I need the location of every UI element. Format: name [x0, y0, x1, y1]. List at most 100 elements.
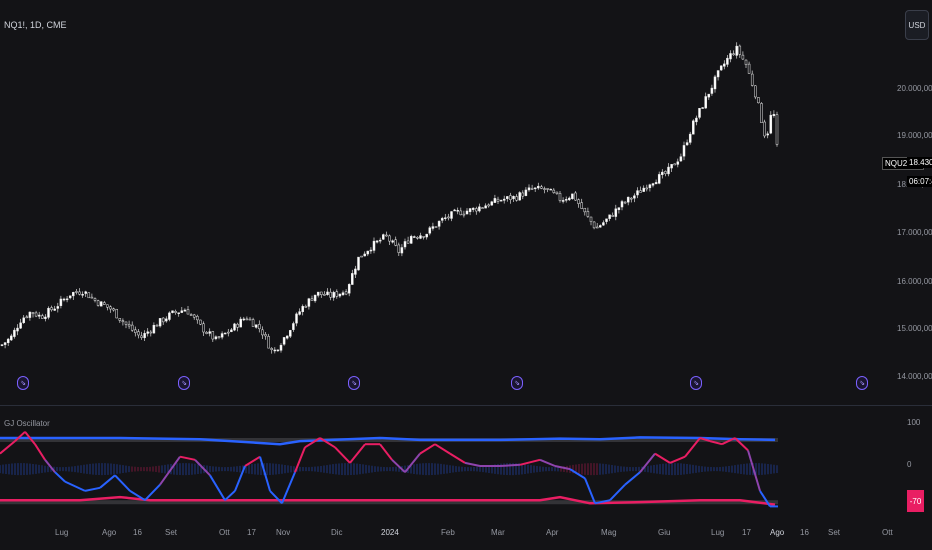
candle-body: [227, 331, 230, 334]
candle-body: [667, 166, 670, 175]
candle-body: [586, 211, 590, 217]
candle-body: [28, 311, 32, 318]
candle-body: [533, 187, 537, 190]
event-icon[interactable]: ⇘: [17, 376, 29, 390]
candle-body: [103, 302, 106, 305]
candle-body: [149, 331, 153, 334]
candle-body: [651, 183, 655, 186]
candle-body: [772, 114, 776, 117]
candle-body: [59, 298, 63, 306]
oscillator-main-line: [334, 446, 351, 464]
candle-body: [747, 63, 751, 74]
osc-axis-label: 0: [907, 460, 912, 469]
candle-body: [254, 324, 258, 328]
candle-body: [174, 311, 177, 313]
candle-body: [134, 329, 137, 333]
candle-body: [769, 114, 773, 134]
candle-body: [676, 161, 680, 165]
candle-body: [478, 206, 481, 212]
candle-body: [72, 291, 75, 297]
candle-body: [568, 197, 571, 201]
candle-body: [236, 323, 239, 328]
oscillator-main-line: [144, 484, 161, 501]
candle-body: [512, 195, 515, 200]
candle-body: [282, 337, 286, 345]
candle-body: [750, 73, 754, 86]
candle-body: [592, 221, 596, 229]
candle-body: [6, 338, 10, 344]
candle-body: [564, 199, 568, 201]
candle-body: [447, 216, 450, 219]
time-axis-label: Set: [165, 528, 178, 537]
candle-body: [642, 187, 645, 192]
price-axis-label: 17.000,00: [897, 228, 932, 237]
candle-body: [515, 196, 518, 201]
candle-body: [217, 336, 221, 338]
candle-body: [509, 195, 512, 200]
event-icon[interactable]: ⇘: [856, 376, 868, 390]
time-axis-label: Set: [828, 528, 841, 537]
price-axis-label: 14.000,00: [897, 372, 932, 381]
candle-body: [171, 310, 174, 313]
event-icon[interactable]: ⇘: [690, 376, 702, 390]
oscillator-main-line: [499, 463, 521, 467]
candle-body: [692, 120, 695, 135]
candle-body: [62, 298, 66, 301]
candle-body: [729, 53, 732, 60]
candle-body: [214, 336, 218, 340]
candle-body: [766, 133, 769, 136]
candle-body: [251, 319, 255, 327]
candle-body: [409, 236, 413, 244]
candle-body: [710, 87, 714, 94]
candle-body: [723, 63, 726, 67]
candle-body: [385, 234, 388, 237]
event-icon[interactable]: ⇘: [511, 376, 523, 390]
candle-body: [688, 133, 692, 143]
time-axis-label: Nov: [276, 528, 291, 537]
candle-body: [763, 121, 766, 137]
candle-body: [574, 192, 577, 201]
oscillator-main-line: [209, 474, 226, 501]
candle-body: [416, 237, 419, 239]
candle-body: [341, 292, 345, 296]
candle-body: [561, 200, 565, 202]
event-icon[interactable]: ⇘: [178, 376, 190, 390]
candle-body: [31, 312, 35, 314]
candle-body: [571, 193, 574, 200]
candle-body: [419, 235, 422, 239]
chart-canvas[interactable]: [0, 0, 932, 550]
candle-body: [34, 312, 38, 317]
price-axis-label: 20.000,00: [897, 84, 932, 93]
candle-body: [599, 225, 602, 228]
candle-body: [527, 187, 531, 191]
candle-body: [112, 308, 115, 311]
candle-body: [3, 342, 7, 345]
candle-body: [118, 318, 122, 321]
candle-body: [360, 255, 363, 258]
event-icon[interactable]: ⇘: [348, 376, 360, 390]
pane-divider[interactable]: [0, 405, 932, 406]
candle-body: [248, 318, 252, 321]
candle-body: [530, 188, 534, 190]
candle-body: [84, 291, 87, 294]
candle-body: [289, 330, 292, 337]
candle-body: [25, 316, 29, 319]
oscillator-main-line: [224, 490, 236, 501]
candle-body: [583, 207, 587, 213]
oscillator-main-line: [419, 443, 436, 455]
oscillator-main-line: [609, 484, 626, 501]
oscillator-main-line: [54, 471, 66, 483]
candle-body: [233, 323, 236, 331]
candle-body: [205, 332, 208, 334]
time-axis-label: 2024: [381, 528, 399, 537]
oscillator-main-line: [464, 461, 481, 467]
oscillator-main-line: [569, 468, 586, 480]
candle-body: [183, 309, 187, 312]
candle-body: [115, 309, 118, 319]
candle-body: [47, 307, 50, 318]
candle-body: [44, 316, 47, 319]
currency-button[interactable]: USD: [905, 10, 929, 40]
candle-body: [682, 145, 686, 157]
candle-body: [645, 187, 649, 190]
candle-body: [16, 327, 19, 332]
